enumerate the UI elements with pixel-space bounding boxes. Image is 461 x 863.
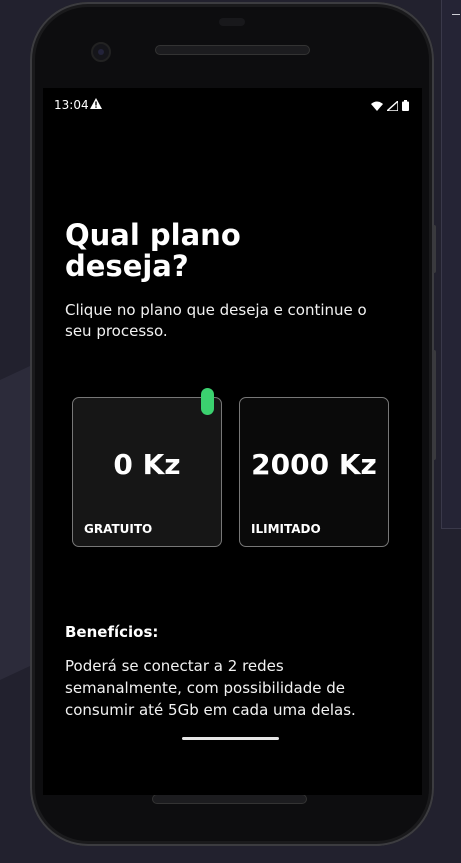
benefits-text: Poderá se conectar a 2 redes semanalment… (65, 657, 356, 719)
phone-side-button (432, 225, 436, 273)
bottom-speaker (152, 794, 307, 804)
status-icons (371, 99, 409, 114)
home-indicator[interactable] (182, 737, 279, 740)
front-camera (91, 42, 111, 62)
page-title: Qual plano deseja? (65, 218, 241, 283)
selected-indicator (201, 388, 214, 415)
status-time: 13:04 (54, 98, 89, 112)
plan-price: 0 Kz (113, 448, 181, 481)
plan-card-unlimited[interactable]: 2000 Kz ILIMITADO (239, 397, 389, 547)
status-bar: 13:04 (54, 98, 409, 114)
plan-card-free[interactable]: 0 Kz GRATUITO (72, 397, 222, 547)
benefits-heading: Benefícios: (65, 623, 159, 641)
side-panel (441, 0, 461, 529)
page-subtitle: Clique no plano que deseja e continue o … (65, 301, 367, 340)
app-screen: 13:04 Qual plano deseja? Clique no plano… (43, 88, 422, 795)
top-speaker (155, 45, 310, 55)
signal-icon (385, 99, 399, 112)
plan-price: 2000 Kz (251, 448, 377, 481)
phone-earpiece (219, 18, 245, 26)
phone-volume-button (432, 350, 436, 460)
plan-name: GRATUITO (84, 522, 153, 536)
plan-name: ILIMITADO (251, 522, 321, 536)
battery-icon (402, 100, 409, 111)
wifi-icon (371, 101, 384, 111)
panel-tick (452, 14, 460, 15)
warning-triangle-icon (90, 98, 102, 112)
